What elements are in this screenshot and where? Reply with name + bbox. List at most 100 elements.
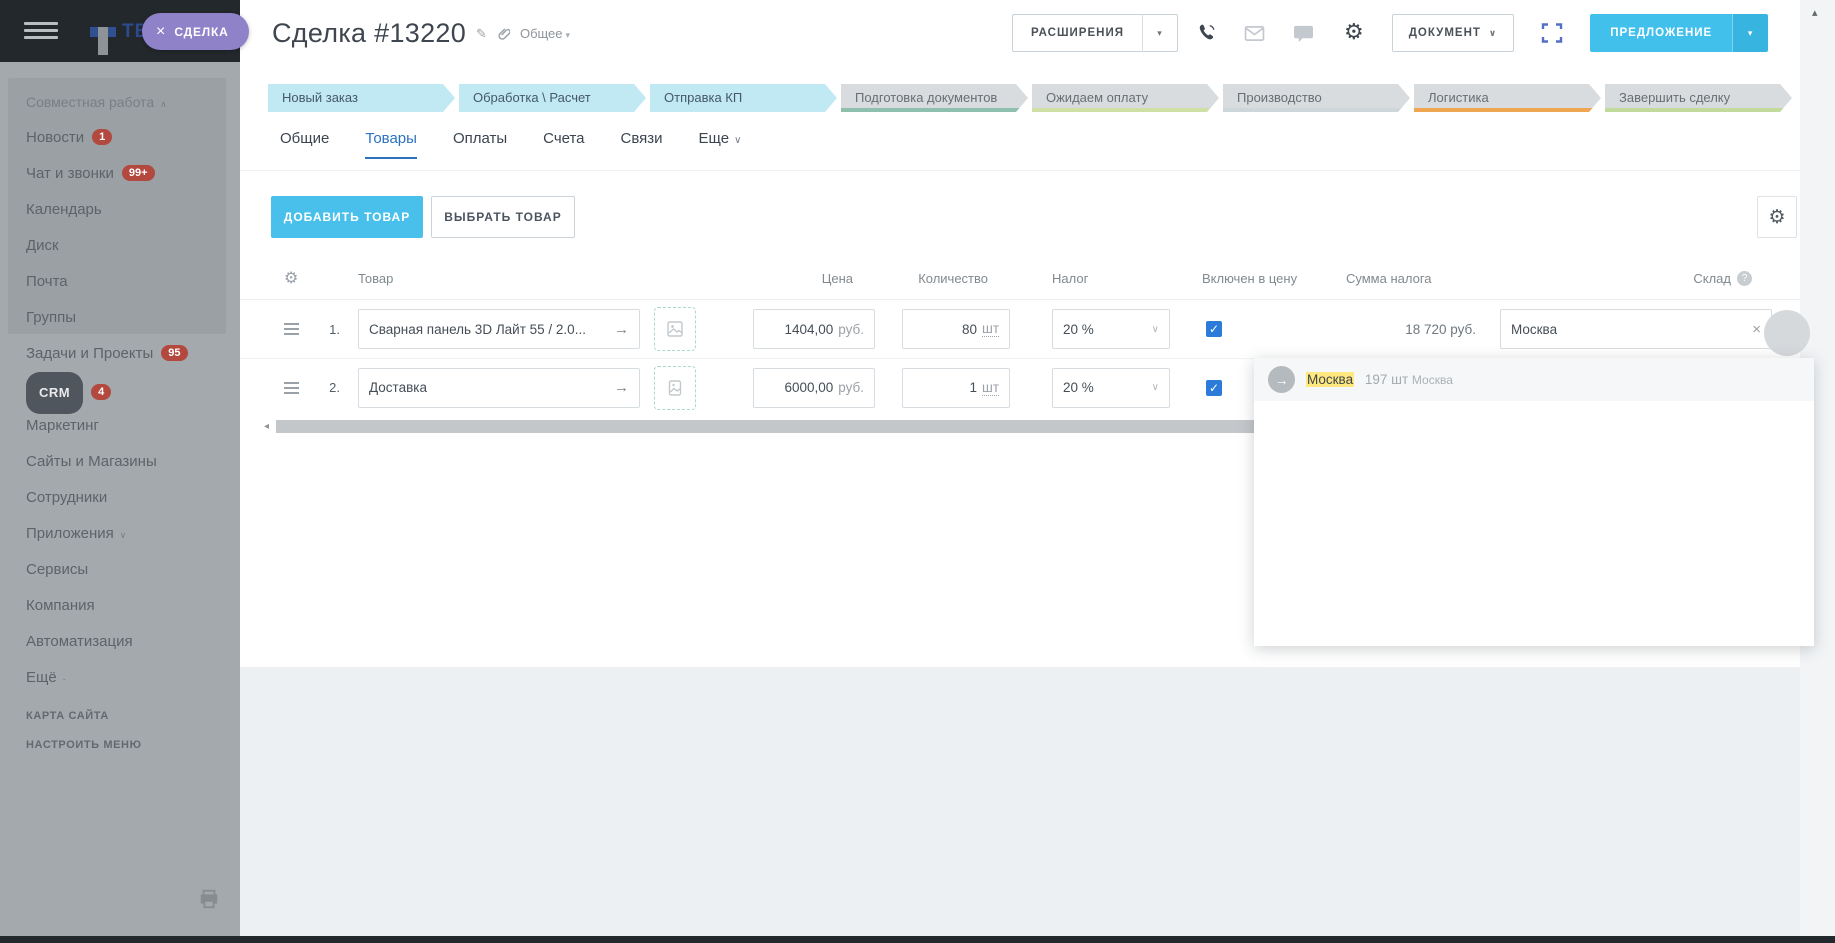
- drag-handle-icon[interactable]: [284, 320, 299, 338]
- category-selector[interactable]: Общее▾: [520, 26, 570, 41]
- sitemap-link[interactable]: КАРТА САЙТА: [26, 710, 142, 722]
- open-product-icon[interactable]: →: [614, 321, 629, 338]
- stage-send-offer[interactable]: Отправка КП: [650, 84, 837, 112]
- sidebar-item-apps[interactable]: Приложения∨: [0, 516, 240, 552]
- price-input[interactable]: 6000,00 руб.: [753, 368, 875, 408]
- proposal-button[interactable]: ПРЕДЛОЖЕНИЕ ▾: [1590, 14, 1768, 52]
- scroll-up-icon[interactable]: ▴: [1812, 6, 1818, 19]
- logo-mark-2: [98, 27, 108, 55]
- page-title: Сделка #13220: [272, 18, 466, 49]
- mail-icon[interactable]: [1244, 25, 1265, 42]
- stage-close-deal[interactable]: Завершить сделку: [1605, 84, 1792, 112]
- sidebar-item-services[interactable]: Сервисы: [0, 552, 240, 588]
- deal-stage-bar: Новый заказ Обработка \ Расчет Отправка …: [268, 84, 1792, 112]
- product-name-input[interactable]: Доставка →: [358, 368, 640, 408]
- slider-close-label: СДЕЛКА: [174, 25, 228, 39]
- extensions-caret[interactable]: ▾: [1142, 14, 1178, 52]
- bottom-edge-bar: [0, 936, 1835, 943]
- scroll-left-icon[interactable]: ◂: [264, 421, 269, 432]
- sidebar-item-crm[interactable]: CRM4: [0, 372, 240, 408]
- stage-new-order[interactable]: Новый заказ: [268, 84, 455, 112]
- sidebar-item-sites[interactable]: Сайты и Магазины: [0, 444, 240, 480]
- fullscreen-icon[interactable]: [1540, 21, 1564, 45]
- configure-menu-link[interactable]: НАСТРОИТЬ МЕНЮ: [26, 739, 142, 751]
- stage-logistics[interactable]: Логистика: [1414, 84, 1601, 112]
- product-name-input[interactable]: Сварная панель 3D Лайт 55 / 2.0... →: [358, 309, 640, 349]
- sidebar-item-company[interactable]: Компания: [0, 588, 240, 624]
- product-image-placeholder[interactable]: [654, 307, 696, 351]
- price-input[interactable]: 1404,00 руб.: [753, 309, 875, 349]
- open-product-icon[interactable]: →: [614, 379, 629, 396]
- sidebar-item-automation[interactable]: Автоматизация: [0, 624, 240, 660]
- stage-awaiting-payment[interactable]: Ожидаем оплату: [1032, 84, 1219, 112]
- chevron-down-icon: ∨: [120, 530, 127, 540]
- store-option-title: Москва: [1306, 372, 1354, 387]
- tab-general[interactable]: Общие: [280, 130, 329, 159]
- chevron-down-icon: ∨: [1152, 324, 1159, 335]
- chat-icon[interactable]: [1293, 24, 1314, 43]
- add-product-button[interactable]: ДОБАВИТЬ ТОВАР: [271, 196, 423, 238]
- tab-payments[interactable]: Оплаты: [453, 130, 507, 159]
- store-option-moscow[interactable]: → Москва 197 шт Москва: [1254, 358, 1814, 401]
- column-price: Цена: [753, 256, 875, 300]
- slider-close-button[interactable]: × СДЕЛКА: [142, 13, 249, 50]
- clear-icon[interactable]: ×: [1752, 321, 1761, 338]
- sidebar-item-news[interactable]: Новости1: [0, 120, 240, 156]
- columns-gear-icon[interactable]: ⚙: [284, 256, 298, 300]
- quantity-input[interactable]: 1 шт: [902, 368, 1010, 408]
- column-store: Склад ?: [1500, 256, 1772, 300]
- settings-gear-icon[interactable]: ⚙: [1344, 22, 1364, 44]
- sidebar-item-tasks[interactable]: Задачи и Проекты95: [0, 336, 240, 372]
- extensions-button[interactable]: РАСШИРЕНИЯ ▾: [1012, 14, 1178, 52]
- sidebar-item-mail[interactable]: Почта: [0, 264, 240, 300]
- drag-handle-icon[interactable]: [284, 379, 299, 397]
- unit-selector[interactable]: шт: [982, 380, 999, 396]
- table-settings-button[interactable]: ⚙: [1757, 196, 1797, 238]
- sidebar-group-header[interactable]: Совместная работа∧: [0, 84, 240, 120]
- phone-icon[interactable]: [1196, 22, 1218, 44]
- more-marker: -: [63, 674, 66, 684]
- sidebar-item-groups[interactable]: Группы: [0, 300, 240, 336]
- sidebar-item-more[interactable]: Ещё-: [0, 660, 240, 696]
- sidebar-item-chat-calls[interactable]: Чат и звонки99+: [0, 156, 240, 192]
- sidebar-item-employees[interactable]: Сотрудники: [0, 480, 240, 516]
- tax-included-checkbox[interactable]: ✓: [1206, 380, 1222, 396]
- store-search-input[interactable]: Москва ×: [1500, 309, 1772, 349]
- stage-documents[interactable]: Подготовка документов: [841, 84, 1028, 112]
- store-option-subtitle: Москва: [1412, 373, 1453, 387]
- tab-relations[interactable]: Связи: [621, 130, 663, 159]
- tax-included-checkbox[interactable]: ✓: [1206, 321, 1222, 337]
- product-image-placeholder[interactable]: [654, 366, 696, 410]
- deal-slider: ▴ Сделка #13220 ✎ Общее▾ РАСШИРЕНИЯ ▾: [240, 0, 1835, 943]
- product-row-1: 1. Сварная панель 3D Лайт 55 / 2.0... → …: [240, 300, 1800, 358]
- tax-select[interactable]: 20 % ∨: [1052, 309, 1170, 349]
- quantity-input[interactable]: 80 шт: [902, 309, 1010, 349]
- sidebar-item-disk[interactable]: Диск: [0, 228, 240, 264]
- link-icon[interactable]: [497, 27, 510, 41]
- row-number: 2.: [314, 359, 340, 416]
- chevron-down-icon: ∨: [1152, 382, 1159, 393]
- store-option-qty: 197 шт: [1365, 372, 1408, 387]
- help-icon[interactable]: ?: [1737, 271, 1752, 286]
- stage-production[interactable]: Производство: [1223, 84, 1410, 112]
- printer-icon[interactable]: [198, 888, 220, 910]
- chevron-up-icon: ∧: [160, 99, 167, 109]
- menu-icon[interactable]: [24, 22, 58, 40]
- row-number: 1.: [314, 300, 340, 358]
- stage-processing[interactable]: Обработка \ Расчет: [459, 84, 646, 112]
- tab-more[interactable]: Еще∨: [699, 130, 742, 159]
- unit-selector[interactable]: шт: [982, 321, 999, 337]
- document-button[interactable]: ДОКУМЕНТ ∨: [1392, 14, 1515, 52]
- header-divider: [240, 170, 1800, 171]
- tax-select[interactable]: 20 % ∨: [1052, 368, 1170, 408]
- sidebar-item-calendar[interactable]: Календарь: [0, 192, 240, 228]
- close-icon: ×: [156, 24, 165, 40]
- edit-title-icon[interactable]: ✎: [476, 26, 487, 42]
- side-panel-circle-button[interactable]: [1764, 310, 1810, 356]
- sidebar-item-marketing[interactable]: Маркетинг: [0, 408, 240, 444]
- select-product-button[interactable]: ВЫБРАТЬ ТОВАР: [431, 196, 575, 238]
- tab-invoices[interactable]: Счета: [543, 130, 584, 159]
- tab-products[interactable]: Товары: [365, 130, 417, 159]
- column-qty: Количество: [902, 256, 1010, 300]
- proposal-caret[interactable]: ▾: [1732, 14, 1768, 52]
